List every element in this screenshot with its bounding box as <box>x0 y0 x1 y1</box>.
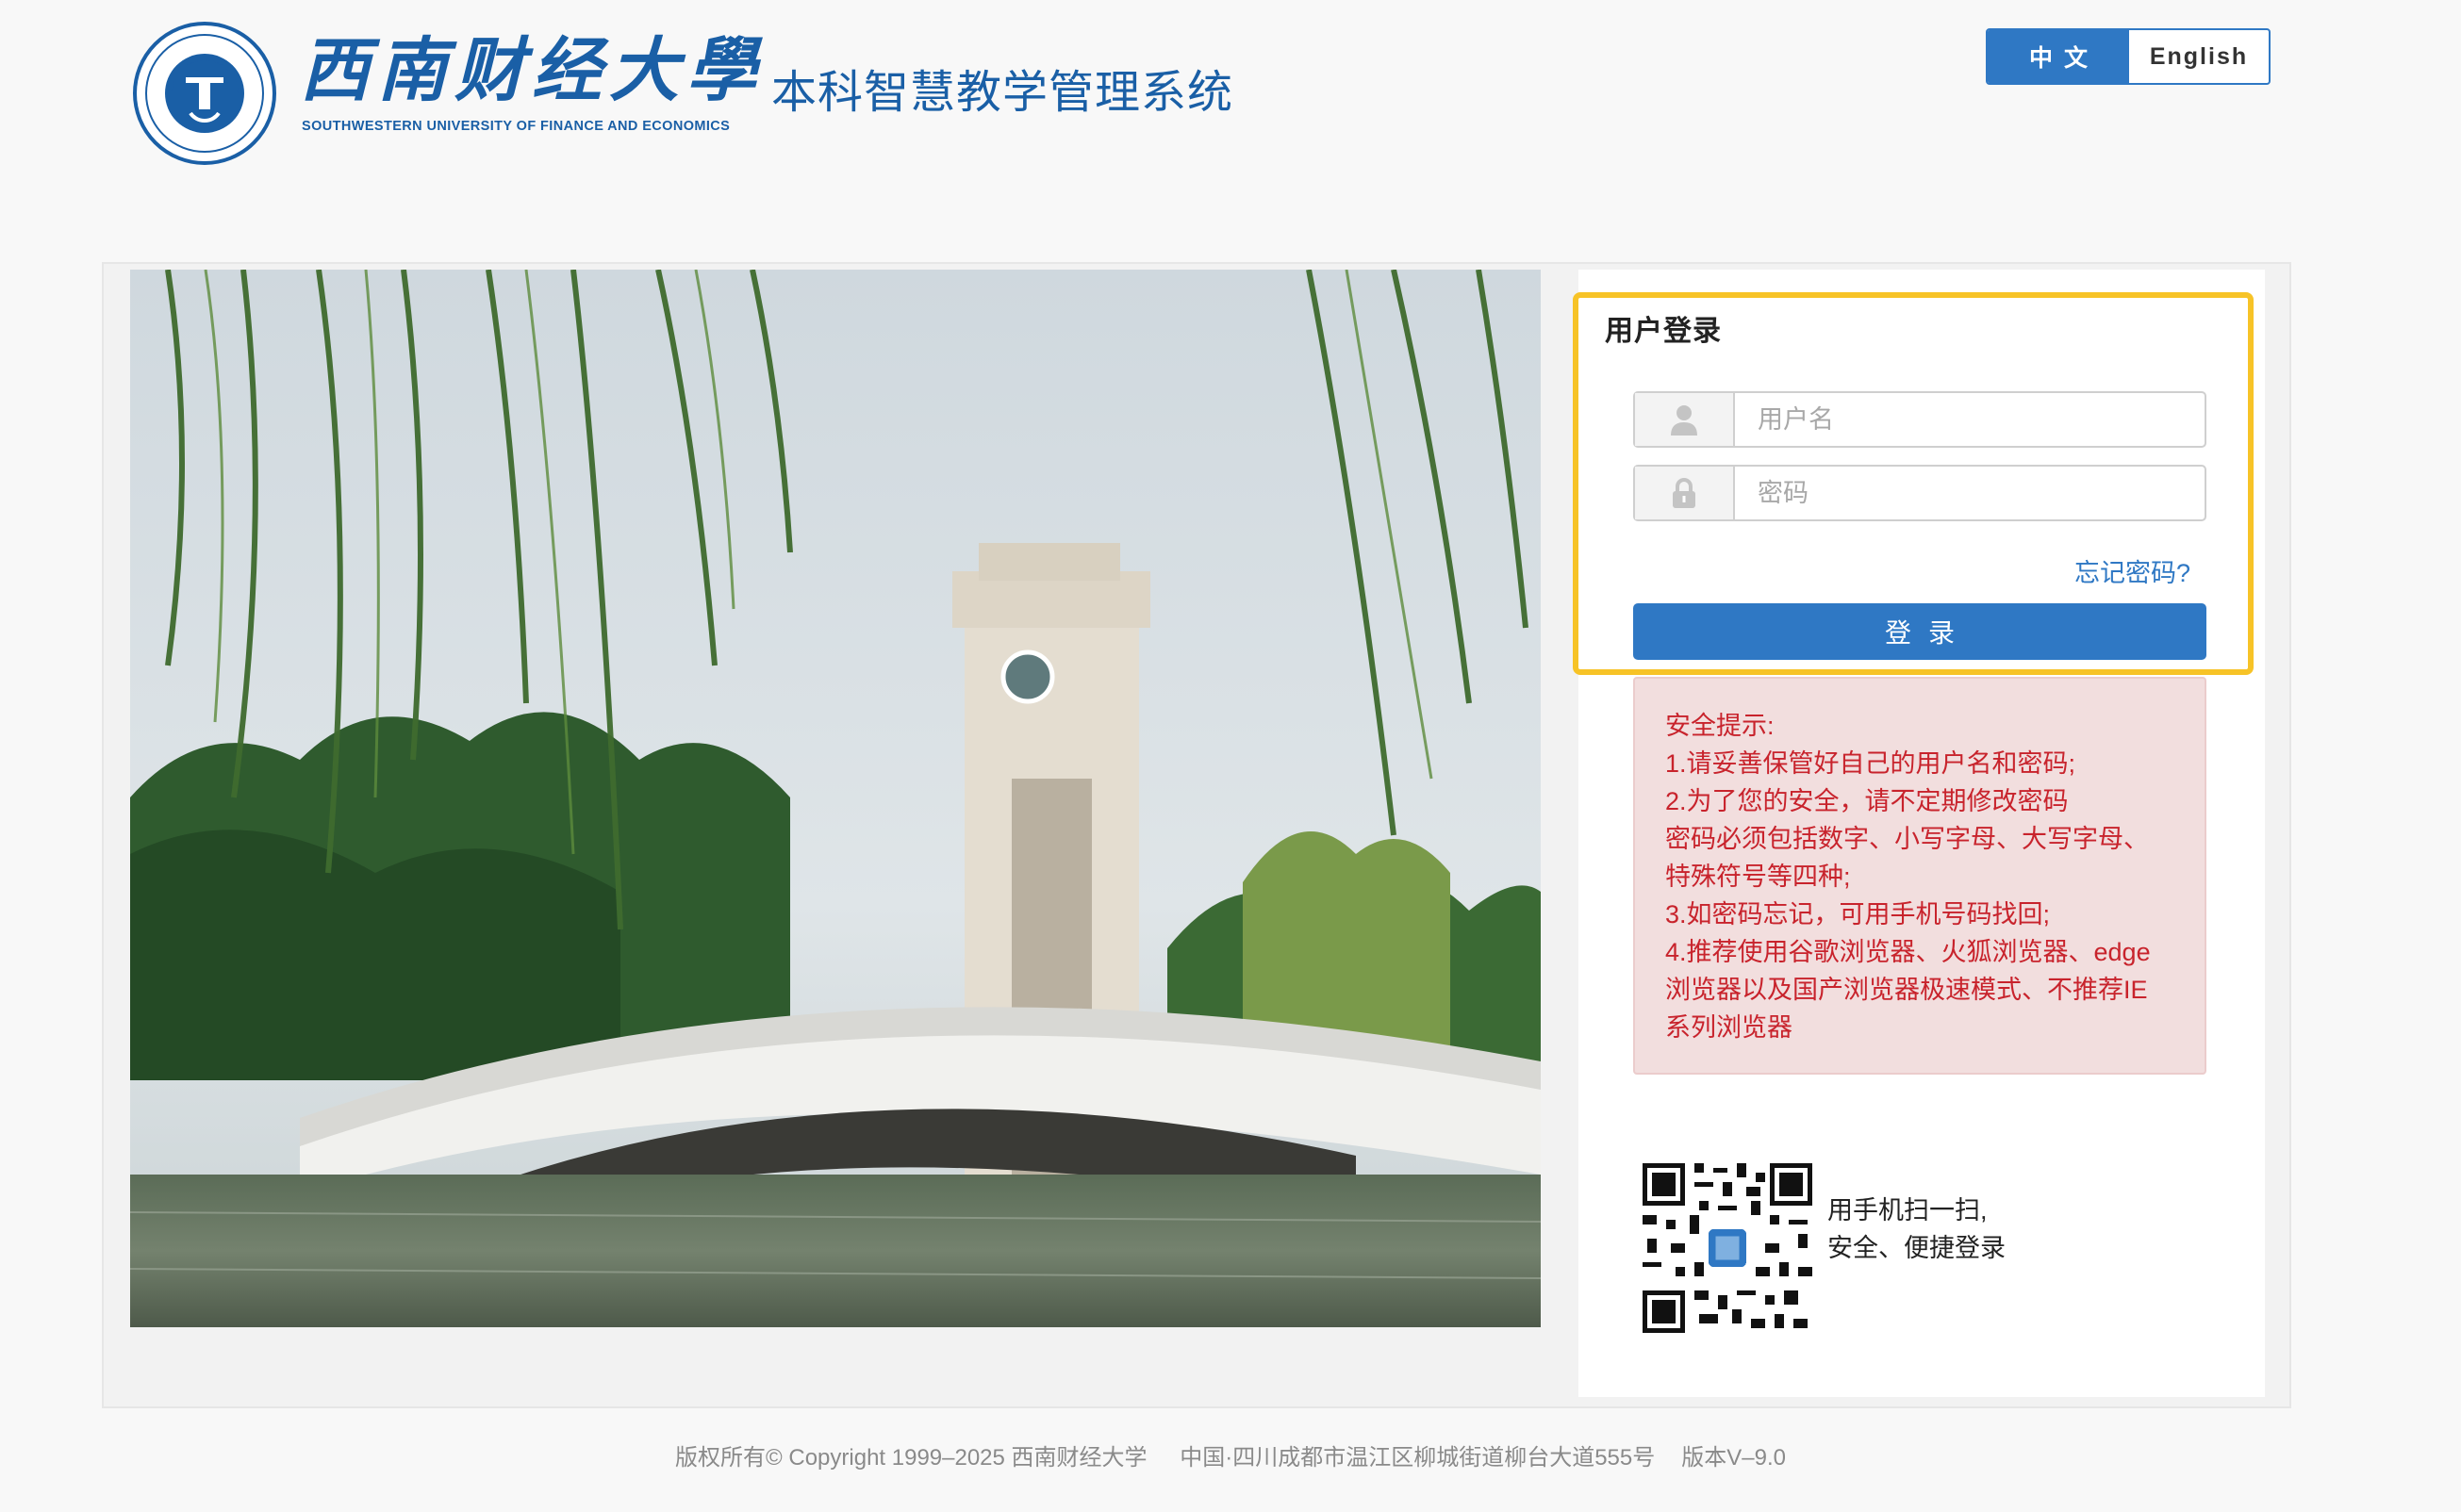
user-icon <box>1635 393 1735 446</box>
page-header: 西南财经大學 SOUTHWESTERN UNIVERSITY OF FINANC… <box>0 0 2461 189</box>
lang-button-zh[interactable]: 中文 <box>1988 30 2129 83</box>
qr-caption: 用手机扫一扫, 安全、便捷登录 <box>1827 1192 2006 1267</box>
notice-line: 特殊符号等四种; <box>1665 863 1851 891</box>
university-name-cn: 西南财经大學 <box>300 30 764 111</box>
forgot-password-link[interactable]: 忘记密码? <box>2074 552 2190 589</box>
qr-caption-line-2: 安全、便捷登录 <box>1827 1234 2006 1262</box>
notice-line: 1.请妥善保管好自己的用户名和密码; <box>1665 749 2076 778</box>
language-switch: 中文 English <box>1986 28 2271 85</box>
footer-copyright: 版权所有© Copyright 1999–2025 西南财经大学 <box>675 1445 1148 1471</box>
login-button[interactable]: 登录 <box>1633 603 2206 660</box>
username-group <box>1633 391 2206 448</box>
qr-caption-line-1: 用手机扫一扫, <box>1827 1196 1988 1224</box>
footer-version: 版本V–9.0 <box>1681 1445 1786 1471</box>
security-notice: 安全提示: 1.请妥善保管好自己的用户名和密码; 2.为了您的安全，请不定期修改… <box>1633 677 2206 1075</box>
campus-photo <box>130 270 1541 1327</box>
notice-line: 系列浏览器 <box>1665 1013 1792 1042</box>
qr-code-icon[interactable] <box>1643 1163 1812 1333</box>
notice-line: 4.推荐使用谷歌浏览器、火狐浏览器、edge <box>1665 938 2151 966</box>
lang-button-en[interactable]: English <box>2129 30 2269 83</box>
page-footer: 版权所有© Copyright 1999–2025 西南财经大学 中国·四川成都… <box>0 1438 2461 1471</box>
notice-line: 安全提示: <box>1665 712 1775 740</box>
notice-line: 密码必须包括数字、小写字母、大写字母、 <box>1665 825 2149 853</box>
lock-icon <box>1635 467 1735 519</box>
notice-line: 浏览器以及国产浏览器极速模式、不推荐IE <box>1665 976 2148 1004</box>
username-input[interactable] <box>1735 393 2205 446</box>
footer-address: 中国·四川成都市温江区柳城街道柳台大道555号 <box>1180 1445 1656 1471</box>
password-input[interactable] <box>1735 467 2205 519</box>
notice-line: 3.如密码忘记，可用手机号码找回; <box>1665 900 2051 929</box>
university-seal-logo <box>133 22 276 165</box>
system-title: 本科智慧教学管理系统 <box>771 68 1234 118</box>
notice-line: 2.为了您的安全，请不定期修改密码 <box>1665 787 2069 815</box>
university-name-en: SOUTHWESTERN UNIVERSITY OF FINANCE AND E… <box>302 119 731 134</box>
login-title: 用户登录 <box>1605 316 1722 347</box>
password-group <box>1633 465 2206 521</box>
